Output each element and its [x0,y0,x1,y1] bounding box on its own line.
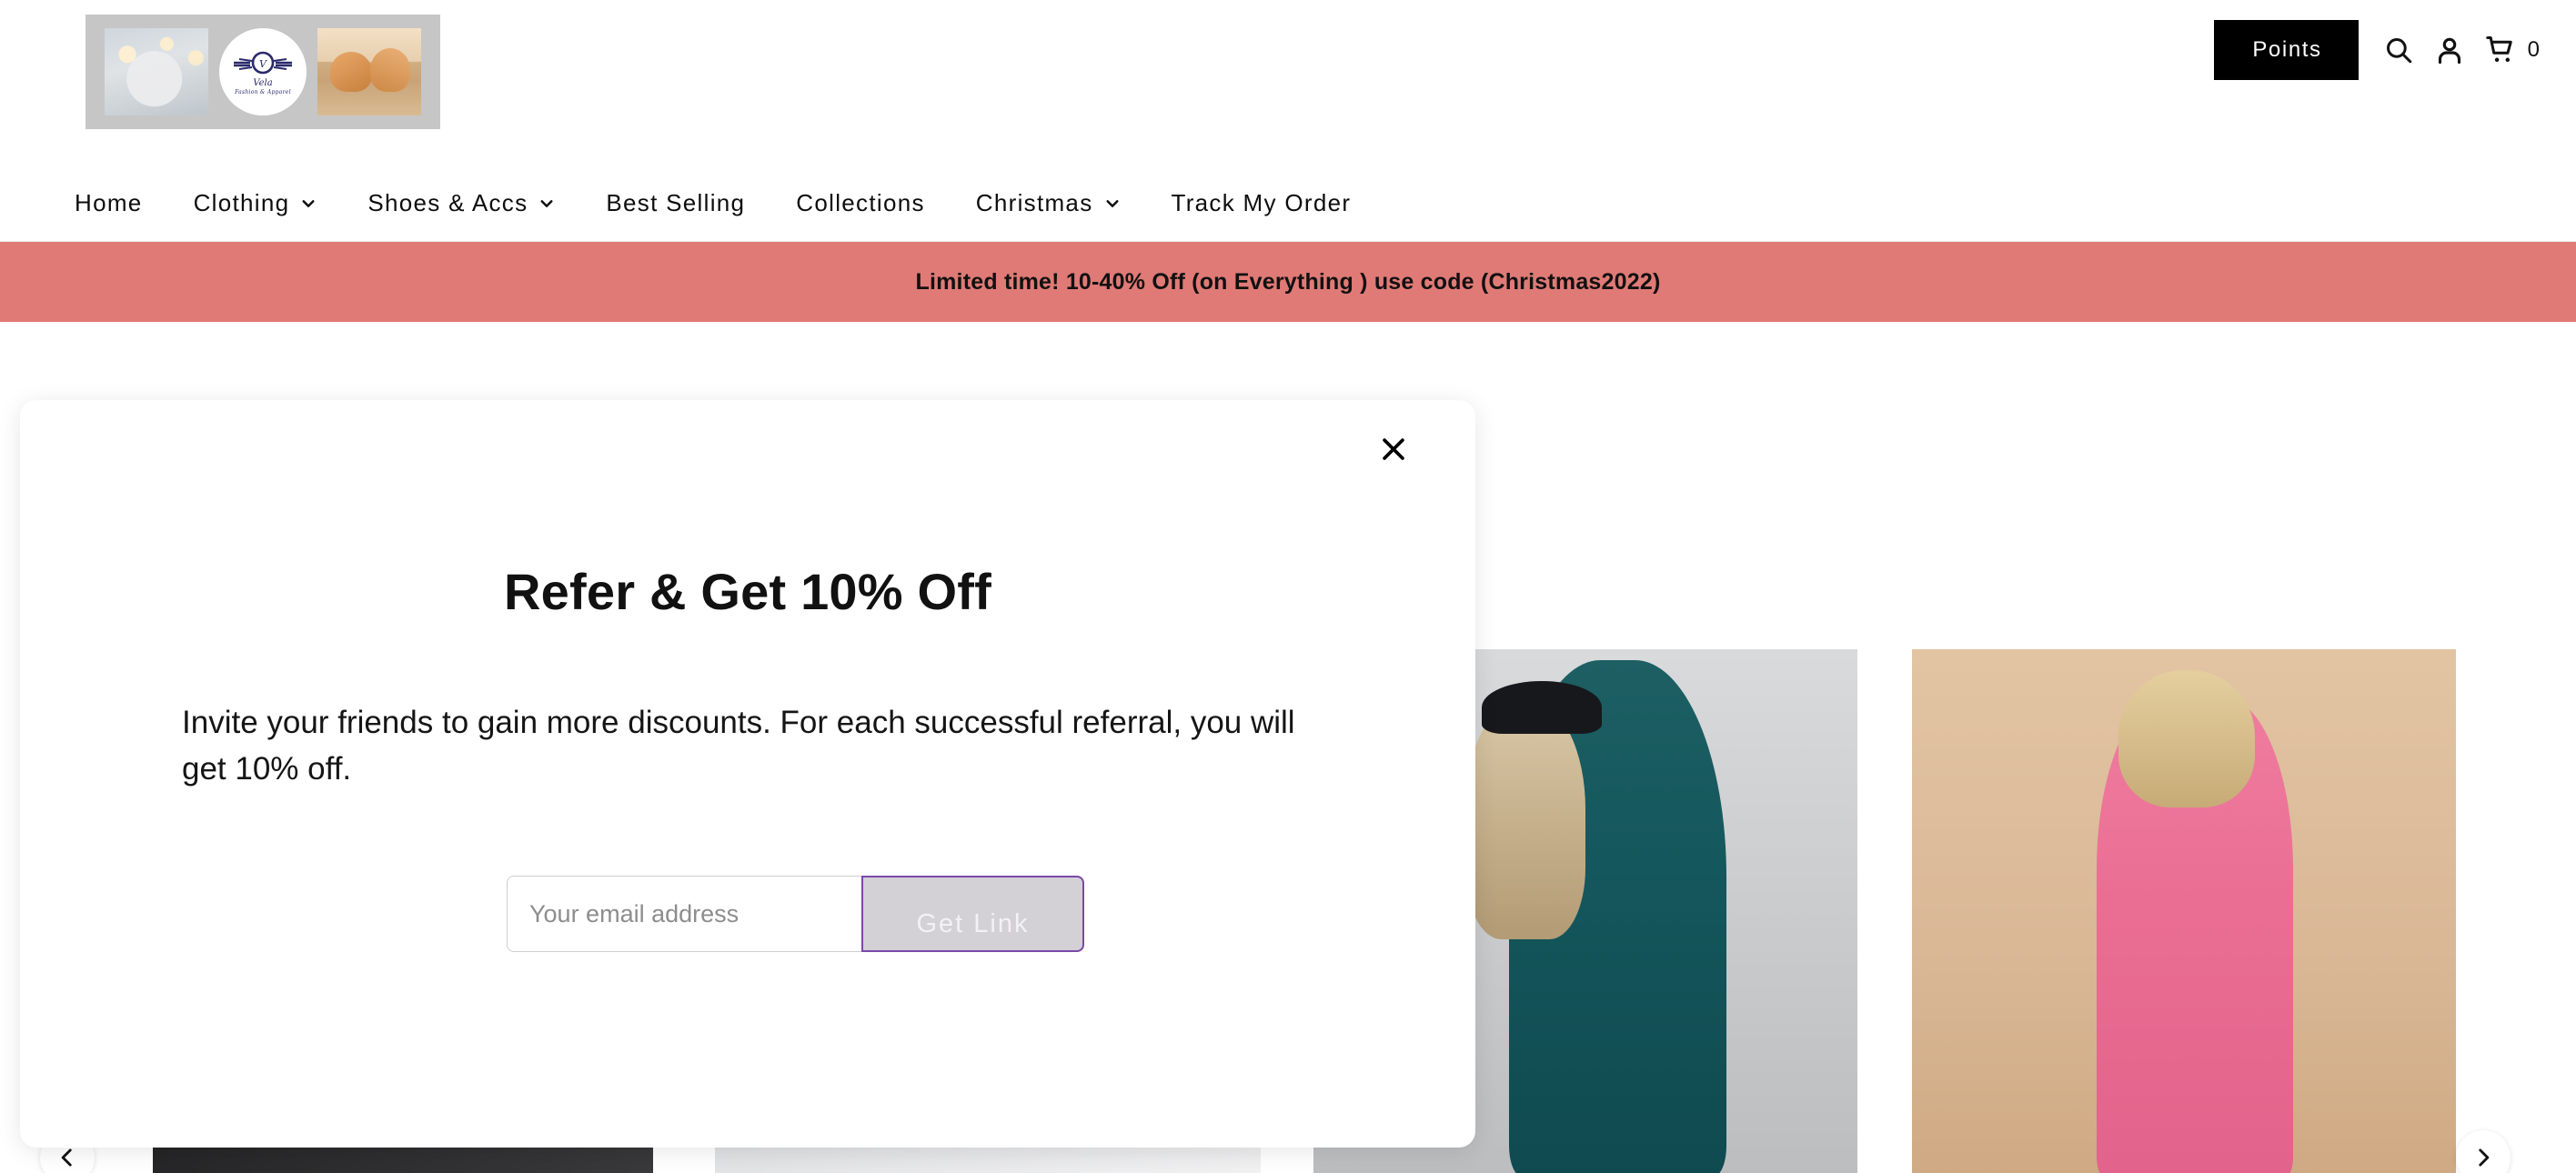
nav-item-label: Christmas [975,189,1093,216]
site-logo[interactable]: V Vela Fashion & Apparel [86,15,440,129]
nav-item-track-my-order[interactable]: Track My Order [1172,189,1352,217]
get-link-button[interactable]: Get Link [861,876,1084,952]
close-icon [1383,438,1404,460]
logo-tagline: Fashion & Apparel [235,88,291,95]
logo-right-photo [317,28,421,115]
product-card[interactable] [1912,649,2456,1173]
promo-banner-text: Limited time! 10-40% Off (on Everything … [915,268,1661,295]
nav-item-label: Track My Order [1171,189,1352,216]
nav-item-label: Home [75,189,143,216]
nav-item-label: Collections [796,189,925,216]
email-input[interactable] [507,876,861,952]
referral-modal: Refer & Get 10% Off Invite your friends … [20,400,1475,1148]
chevron-down-icon [540,199,553,207]
nav-item-best-selling[interactable]: Best Selling [606,189,745,217]
promo-banner: Limited time! 10-40% Off (on Everything … [0,242,2576,322]
product-image-detail [1465,702,1585,939]
winged-emblem-icon: V [234,51,292,75]
referral-form: Get Link [507,876,1084,952]
product-image-detail [1482,680,1602,734]
search-icon[interactable] [2373,25,2424,75]
chevron-right-icon [2479,1148,2490,1167]
nav-item-home[interactable]: Home [75,189,143,217]
nav-item-label: Shoes & Accs [367,189,528,216]
modal-close-button[interactable] [1370,426,1417,473]
nav-item-collections[interactable]: Collections [796,189,924,217]
header-icon-group: 0 [2373,25,2540,75]
nav-item-label: Best Selling [606,189,746,216]
nav-item-christmas[interactable]: Christmas [976,189,1121,217]
logo-left-photo [105,28,208,115]
logo-badge: V Vela Fashion & Apparel [219,28,307,115]
product-image-detail [2118,670,2255,807]
chevron-down-icon [302,199,315,207]
chevron-left-icon [61,1148,72,1167]
cart-count: 0 [2527,37,2540,62]
nav-item-label: Clothing [193,189,290,216]
header-actions: Points 0 [2214,20,2540,80]
svg-text:V: V [259,58,267,70]
account-person-icon[interactable] [2424,25,2475,75]
nav-item-shoes-accs[interactable]: Shoes & Accs [367,189,555,217]
points-button[interactable]: Points [2214,20,2359,80]
logo-brand-name: Vela [253,78,273,89]
shopping-cart-icon[interactable] [2475,25,2526,75]
modal-title: Refer & Get 10% Off [504,563,991,620]
modal-description: Invite your friends to gain more discoun… [182,705,1295,787]
main-navigation: Home Clothing Shoes & Accs Best Selling … [0,165,2576,242]
site-header: V Vela Fashion & Apparel Points 0 [0,0,2576,165]
page-root: V Vela Fashion & Apparel Points 0 Home C… [0,0,2576,1173]
nav-item-clothing[interactable]: Clothing [194,189,317,217]
chevron-down-icon [1105,199,1119,207]
